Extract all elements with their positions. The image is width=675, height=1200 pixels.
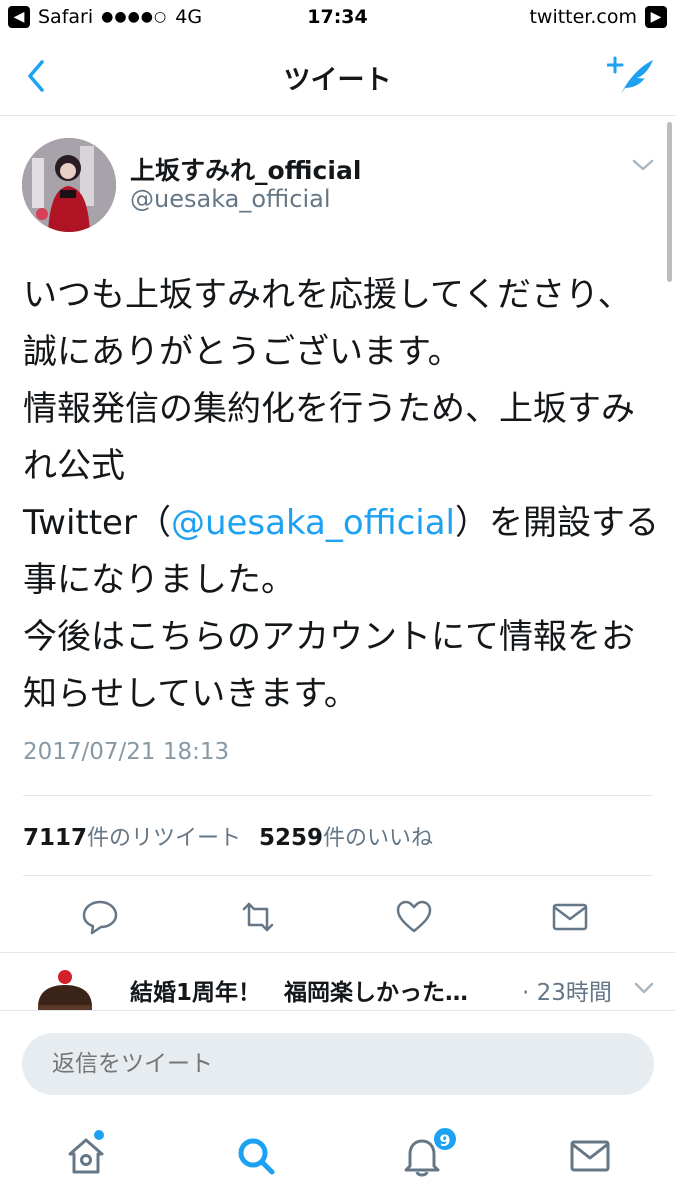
- home-new-dot: [94, 1130, 104, 1140]
- like-heart-icon[interactable]: [394, 897, 434, 937]
- compose-tweet-icon[interactable]: [607, 54, 657, 98]
- next-tweet[interactable]: 結婚1周年！ 福岡楽しかった… · 23時間: [0, 952, 675, 1010]
- like-stat[interactable]: 5259件のいいね: [259, 820, 433, 852]
- display-name[interactable]: 上坂すみれ_official: [130, 151, 361, 187]
- retweet-stat[interactable]: 7117件のリツイート: [23, 820, 241, 852]
- tweet-actions: [0, 893, 675, 953]
- chevron-down-icon[interactable]: [633, 981, 655, 995]
- retweet-label: 件のリツイート: [87, 826, 242, 851]
- cake-avatar-icon[interactable]: [34, 967, 96, 1010]
- status-bar: ◀ Safari ●●●●○ 4G 17:34 twitter.com ▶: [0, 0, 675, 36]
- reply-input[interactable]: [22, 1033, 654, 1095]
- retweet-icon[interactable]: [238, 897, 278, 937]
- search-icon[interactable]: [232, 1132, 280, 1180]
- user-handle[interactable]: @uesaka_official: [130, 185, 331, 213]
- navigation-bar: ツイート: [0, 36, 675, 116]
- direct-message-icon[interactable]: [550, 897, 590, 937]
- page-title: ツイート: [283, 65, 392, 96]
- divider: [23, 875, 653, 876]
- avatar[interactable]: [22, 138, 116, 232]
- scrollbar[interactable]: [667, 122, 672, 282]
- divider: [23, 795, 653, 796]
- reply-bar: [0, 1010, 675, 1120]
- tweet-timestamp: 2017/07/21 18:13: [23, 739, 230, 765]
- chevron-down-icon[interactable]: [631, 157, 655, 173]
- next-tweet-text: 結婚1周年！ 福岡楽しかった…: [130, 980, 469, 1006]
- home-icon[interactable]: [62, 1132, 110, 1180]
- forward-icon[interactable]: ▶: [645, 6, 667, 28]
- retweet-count: 7117: [23, 825, 88, 851]
- messages-icon[interactable]: [566, 1132, 614, 1180]
- like-label: 件のいいね: [323, 826, 434, 851]
- tweet-stats: 7117件のリツイート 5259件のいいね: [23, 820, 433, 852]
- like-count: 5259: [259, 825, 324, 851]
- site-label: twitter.com: [529, 6, 637, 28]
- reply-icon[interactable]: [80, 897, 120, 937]
- notification-badge: 9: [432, 1126, 458, 1152]
- tweet-text: いつも上坂すみれを応援してくださり、誠にありがとうございます。 情報発信の集約化…: [23, 267, 663, 723]
- next-tweet-time: · 23時間: [522, 980, 612, 1006]
- mention-link[interactable]: @uesaka_official: [171, 503, 455, 543]
